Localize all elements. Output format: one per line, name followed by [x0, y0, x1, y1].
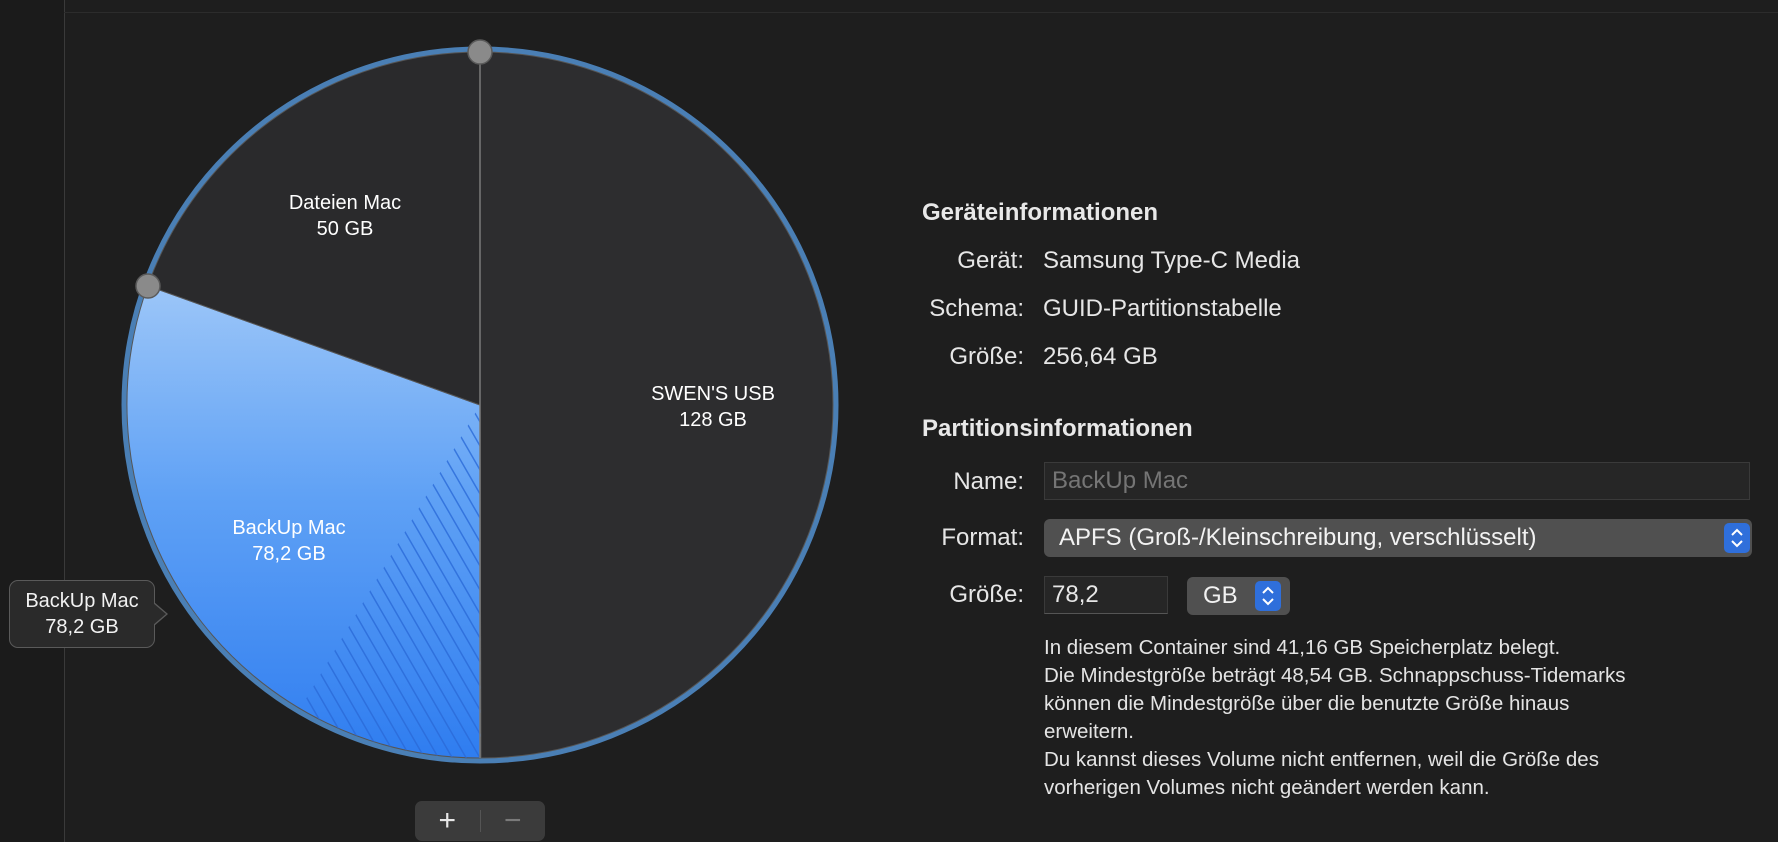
chevron-updown-icon: [1724, 523, 1750, 553]
slice-label-swen-name: SWEN'S USB: [651, 383, 775, 405]
slice-label-dateien-name: Dateien Mac: [289, 192, 401, 214]
partition-name-field[interactable]: [1044, 462, 1750, 500]
tooltip-size: 78,2 GB: [45, 616, 119, 638]
unit-select[interactable]: GB: [1187, 577, 1290, 615]
partition-notes: In diesem Container sind 41,16 GB Speich…: [1044, 634, 1764, 802]
scheme-label: Schema:: [929, 295, 1024, 322]
name-label: Name:: [953, 468, 1024, 495]
note-line: vorherigen Volumes nicht geändert werden…: [1044, 776, 1490, 799]
note-line: In diesem Container sind 41,16 GB Speich…: [1044, 636, 1561, 659]
device-size-value: 256,64 GB: [1043, 343, 1158, 370]
partition-size-label: Größe:: [949, 581, 1024, 608]
partition-info-title: Partitionsinformationen: [922, 415, 1193, 442]
device-label: Gerät:: [957, 247, 1024, 274]
device-value: Samsung Type-C Media: [1043, 247, 1301, 274]
remove-partition-button[interactable]: −: [481, 801, 546, 841]
note-line: Die Mindestgröße beträgt 48,54 GB. Schna…: [1044, 664, 1626, 687]
tooltip-arrow-fill: [153, 603, 166, 625]
resize-handle-top[interactable]: [467, 39, 493, 65]
scheme-value: GUID-Partitionstabelle: [1043, 295, 1282, 322]
partition-pie-chart: Dateien Mac 50 GB SWEN'S USB 128 GB Back…: [121, 39, 839, 764]
add-partition-button[interactable]: +: [415, 801, 480, 841]
slice-label-swen-size: 128 GB: [679, 409, 747, 431]
device-info-title: Geräteinformationen: [922, 199, 1159, 226]
note-line: erweitern.: [1044, 720, 1135, 743]
note-line: können die Mindestgröße über die benutzt…: [1044, 692, 1570, 715]
tooltip-name: BackUp Mac: [25, 590, 139, 612]
note-line: Du kannst dieses Volume nicht entfernen,…: [1044, 748, 1599, 771]
unit-value: GB: [1203, 582, 1238, 609]
partition-size-field[interactable]: [1044, 576, 1168, 614]
format-select[interactable]: APFS (Groß-/Kleinschreibung, verschlüsse…: [1044, 519, 1752, 557]
slice-label-dateien-size: 50 GB: [317, 218, 374, 240]
device-size-label: Größe:: [949, 343, 1024, 370]
slice-label-backup-name: BackUp Mac: [232, 517, 345, 539]
chevron-updown-icon: [1255, 581, 1281, 611]
format-label: Format:: [941, 524, 1024, 551]
selected-partition-tooltip: BackUp Mac 78,2 GB: [9, 580, 155, 648]
slice-label-backup-size: 78,2 GB: [252, 543, 325, 565]
add-remove-control: + −: [415, 801, 545, 841]
resize-handle-left[interactable]: [135, 273, 161, 299]
format-value: APFS (Groß-/Kleinschreibung, verschlüsse…: [1059, 524, 1537, 551]
